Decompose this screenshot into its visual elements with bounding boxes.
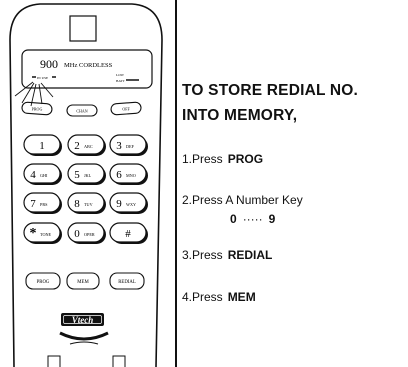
func-key-prog[interactable]: PROG <box>21 101 53 116</box>
func-key-label: PROG <box>32 107 43 112</box>
bottom-key-label: REDIAL <box>118 280 136 285</box>
range-dots: ····· <box>242 212 263 226</box>
step-1-text: 1.Press <box>182 152 223 166</box>
bottom-key-label: PROG <box>37 280 50 285</box>
step-4-key: MEM <box>227 290 256 304</box>
display-low: LOW <box>116 73 125 77</box>
keypad-key-letters: DEF <box>126 144 135 149</box>
func-key-label: OFF <box>122 107 130 112</box>
heading-line-1: TO STORE REDIAL NO. <box>182 82 359 99</box>
step-1-key: PROG <box>227 152 264 166</box>
keypad-key-letters: TONE <box>40 232 52 237</box>
step-4: 4.Press MEM <box>182 290 256 304</box>
keypad-key-4[interactable]: 4 GHI <box>23 163 62 185</box>
keypad-key-8[interactable]: 8 TUV <box>67 192 106 214</box>
keypad-key-letters: JKL <box>84 173 92 178</box>
keypad-key-number: 7 <box>30 198 36 210</box>
step-2: 2.Press A Number Key <box>182 193 303 207</box>
keypad-key-9[interactable]: 9 WXY <box>109 192 148 214</box>
keypad-key-number: * <box>30 226 37 241</box>
keypad-key-5[interactable]: 5 JKL <box>67 163 106 185</box>
number-range: 0 ····· 9 <box>230 212 275 226</box>
display-freq: 900 <box>40 57 58 71</box>
keypad-key-letters: OPER <box>84 232 95 237</box>
keypad-key-number: 0 <box>74 228 80 240</box>
step-3: 3.Press REDIAL <box>182 248 272 262</box>
keypad-key-pound[interactable]: # <box>109 222 148 244</box>
step-3-key: REDIAL <box>227 248 273 262</box>
brand-name: Vtech <box>72 315 94 325</box>
keypad-key-letters: WXY <box>126 202 136 207</box>
instructions-panel: TO STORE REDIAL NO. INTO MEMORY, 1.Press… <box>182 78 404 304</box>
keypad-key-letters: ABC <box>84 144 93 149</box>
keypad-key-number: 9 <box>116 198 122 210</box>
func-key-off[interactable]: OFF <box>110 101 142 116</box>
bottom-key-prog[interactable]: PROG <box>25 272 61 290</box>
keypad-key-number: 4 <box>30 169 36 181</box>
bottom-key-redial[interactable]: REDIAL <box>109 272 145 290</box>
bottom-key-label: MEM <box>77 280 89 285</box>
bottom-key-mem[interactable]: MEM <box>66 272 100 290</box>
range-from: 0 <box>230 212 237 226</box>
keypad-key-number: 1 <box>39 140 45 152</box>
step-4-text: 4.Press <box>182 290 223 304</box>
phone-illustration: 900 MHz CORDLESS IN USE LOW BATT PROG CHA… <box>9 3 163 367</box>
display-batt: BATT <box>116 79 126 83</box>
func-key-chan[interactable]: CHAN <box>66 104 98 117</box>
step-1: 1.Press PROG <box>182 152 263 166</box>
display-freq-unit: MHz CORDLESS <box>64 62 113 69</box>
keypad-key-1[interactable]: 1 <box>23 134 62 156</box>
keypad-key-3[interactable]: 3 DEF <box>109 134 148 156</box>
func-key-label: CHAN <box>76 109 87 114</box>
keypad-key-letters: GHI <box>40 173 48 178</box>
step-2-text: 2.Press A Number Key <box>182 193 303 207</box>
divider-line <box>175 0 177 367</box>
keypad-key-number: 3 <box>116 140 122 152</box>
range-to: 9 <box>268 212 276 226</box>
keypad-key-number: 5 <box>74 169 80 181</box>
keypad-key-number: 6 <box>116 169 122 181</box>
display-in-use: IN USE <box>37 76 48 80</box>
keypad-key-0[interactable]: 0 OPER <box>67 222 106 244</box>
heading-line-2: INTO MEMORY, <box>182 107 298 124</box>
keypad-key-letters: MNO <box>126 173 136 178</box>
keypad-key-6[interactable]: 6 MNO <box>109 163 148 185</box>
keypad-key-star[interactable]: * TONE <box>23 222 62 244</box>
keypad-key-letters: TUV <box>84 202 93 207</box>
earpiece <box>69 15 97 42</box>
keypad-key-7[interactable]: 7 PRS <box>23 192 62 214</box>
keypad-key-number: 2 <box>74 140 80 152</box>
keypad-key-number: 8 <box>74 198 80 210</box>
keypad-key-number: # <box>125 228 131 240</box>
microphone <box>59 331 109 341</box>
step-3-text: 3.Press <box>182 248 223 262</box>
keypad-key-letters: PRS <box>40 202 48 207</box>
keypad-key-2[interactable]: 2 ABC <box>67 134 106 156</box>
